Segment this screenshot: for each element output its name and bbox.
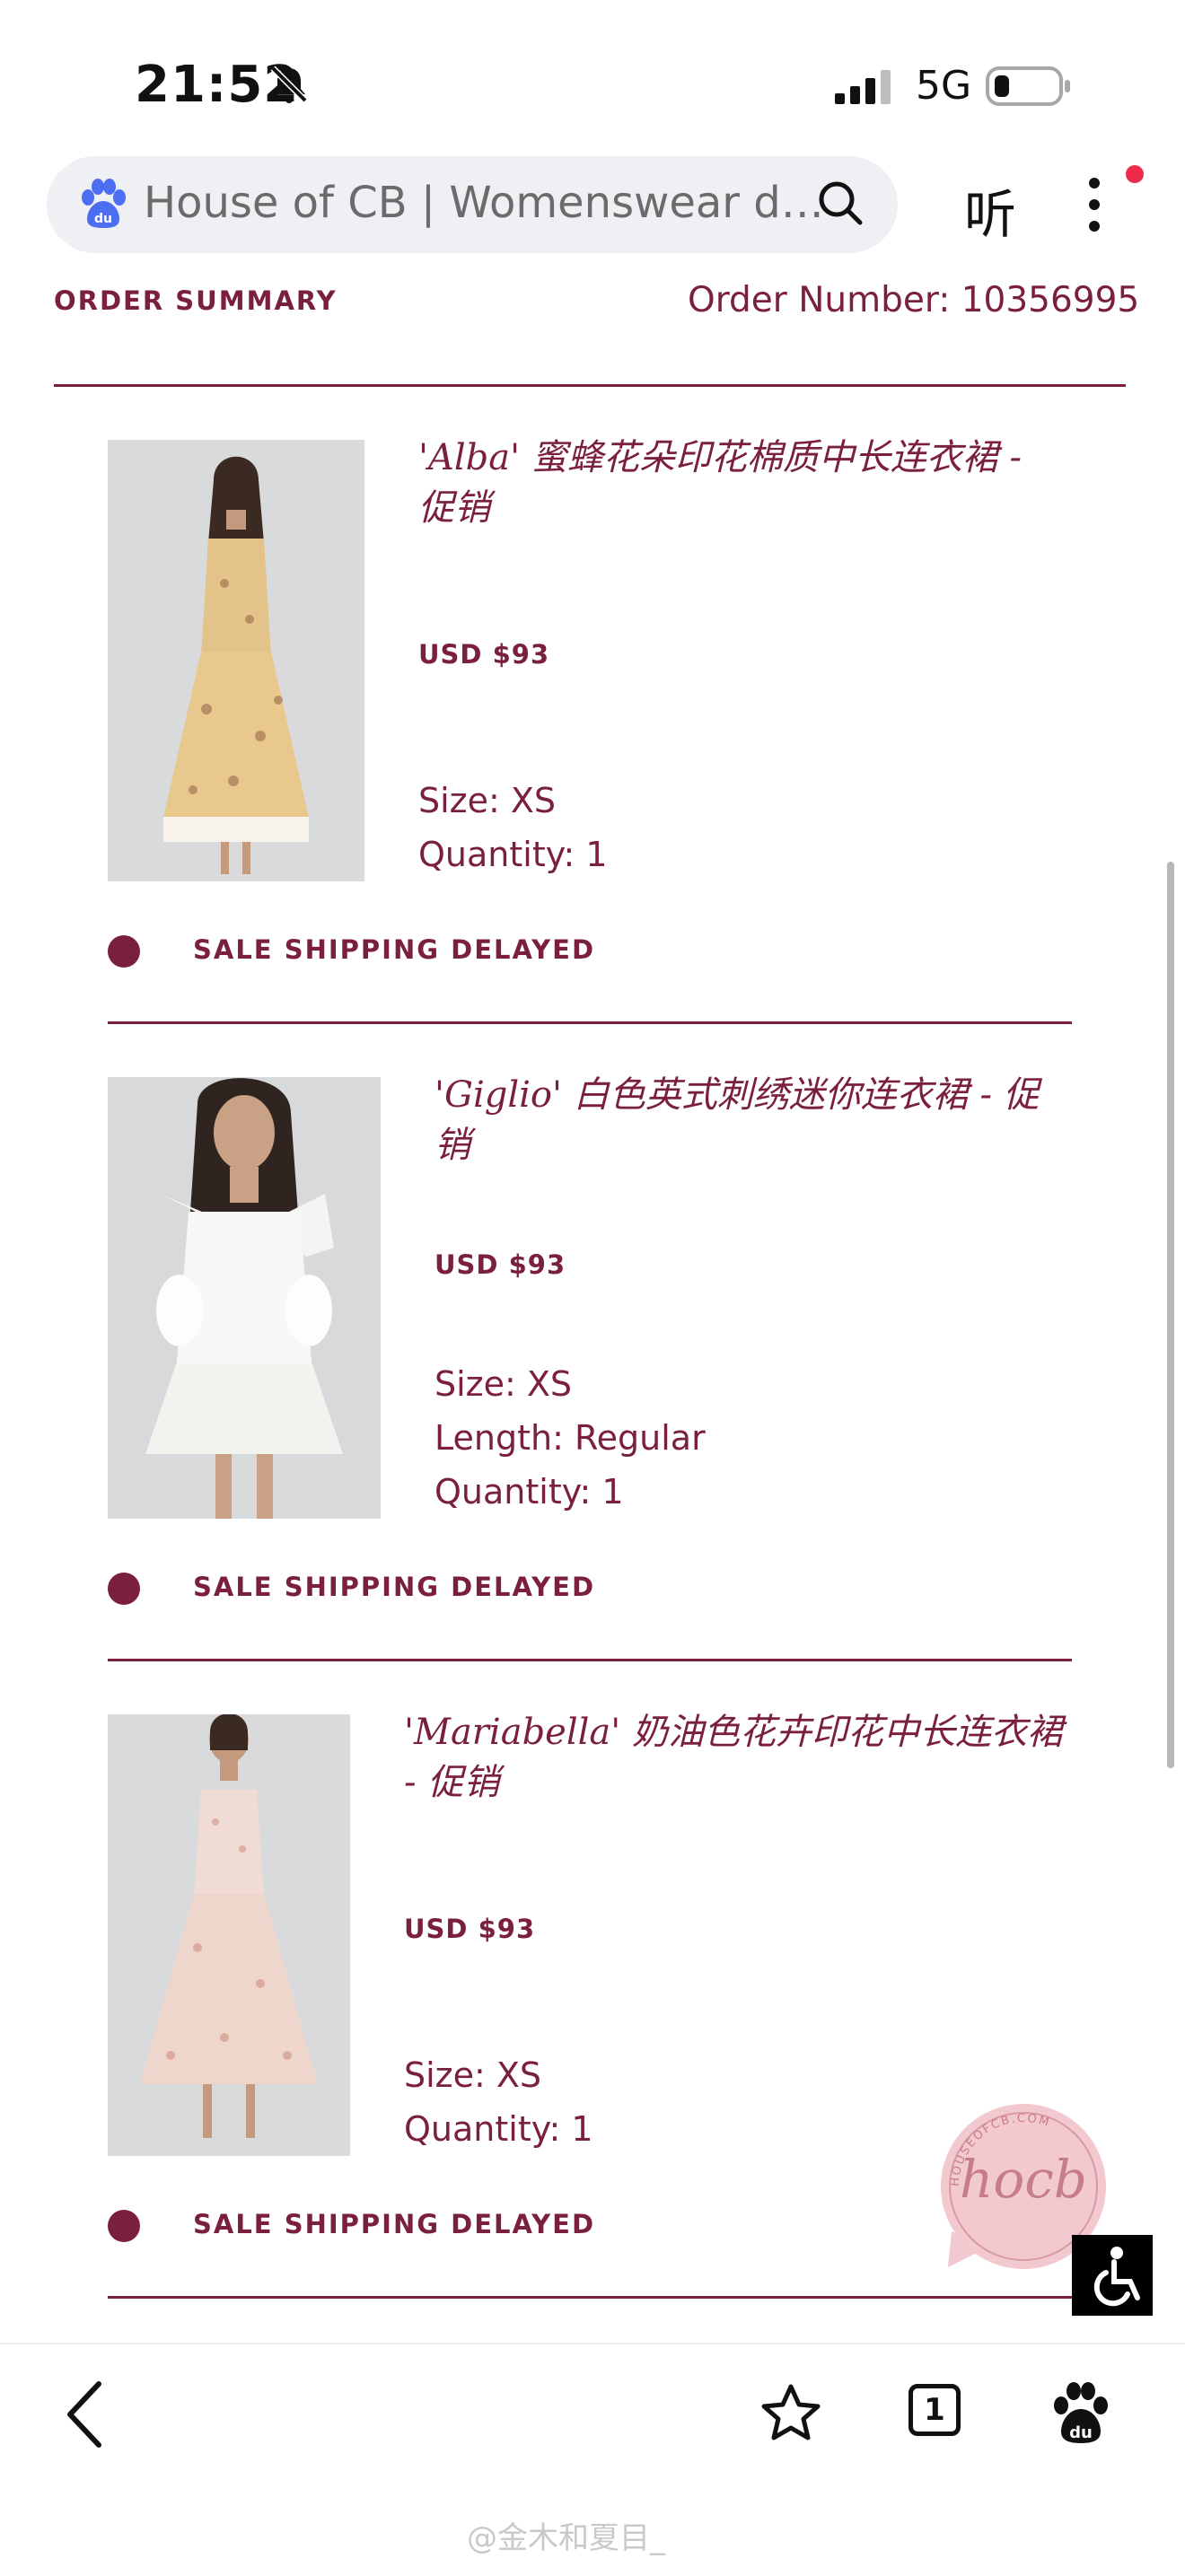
product-attributes: Size: XS Length: Regular Quantity: 1 bbox=[434, 1357, 706, 1519]
bell-off-icon bbox=[270, 66, 308, 103]
attr-quantity: Quantity: 1 bbox=[434, 1472, 624, 1511]
attr-length: Length: Regular bbox=[434, 1418, 706, 1458]
product-name-line: - 促销 bbox=[404, 1762, 500, 1803]
product-name[interactable]: 'Alba' 蜜蜂花朵印花棉质中长连衣裙 - 促销 bbox=[418, 433, 1083, 533]
url-title[interactable]: House of CB | Womenswear d… bbox=[144, 178, 824, 228]
svg-text:du: du bbox=[94, 212, 112, 226]
item-divider bbox=[108, 1021, 1072, 1024]
page-scrollbar[interactable] bbox=[1167, 862, 1174, 1768]
baidu-paw-icon: du bbox=[82, 179, 126, 228]
shipping-status: SALE SHIPPING DELAYED bbox=[193, 2209, 596, 2239]
dress-figure bbox=[145, 1078, 343, 1519]
item-divider bbox=[108, 1659, 1072, 1661]
attr-size: Size: XS bbox=[418, 781, 557, 820]
listen-button[interactable]: 听 bbox=[964, 172, 1016, 248]
header-divider bbox=[54, 384, 1126, 387]
product-price: USD $93 bbox=[434, 1249, 566, 1280]
notification-dot bbox=[1126, 165, 1144, 183]
seal-logo: hocb bbox=[960, 2149, 1087, 2210]
product-attributes: Size: XS Quantity: 1 bbox=[404, 2048, 593, 2156]
status-dot bbox=[108, 1573, 140, 1605]
product-name-line: 'Alba' 蜜蜂花朵印花棉质中长连衣裙 - bbox=[418, 437, 1023, 478]
product-image-mariabella[interactable] bbox=[108, 1714, 350, 2156]
shipping-status: SALE SHIPPING DELAYED bbox=[193, 1572, 596, 1602]
accessibility-button[interactable] bbox=[1072, 2235, 1153, 2316]
baidu-home-icon[interactable]: du bbox=[1050, 2380, 1111, 2445]
product-price: USD $93 bbox=[404, 1914, 536, 1944]
order-number: Order Number: 10356995 bbox=[688, 280, 1140, 320]
network-type: 5G bbox=[916, 63, 972, 109]
order-summary-title: ORDER SUMMARY bbox=[54, 285, 338, 316]
item-divider bbox=[108, 2296, 1072, 2299]
product-name-line: 促销 bbox=[418, 487, 490, 529]
more-icon[interactable] bbox=[1081, 176, 1108, 233]
product-attributes: Size: XS Quantity: 1 bbox=[418, 774, 608, 881]
tabs-button[interactable]: 1 bbox=[908, 2384, 961, 2436]
dress-figure bbox=[140, 1714, 318, 2138]
shipping-status: SALE SHIPPING DELAYED bbox=[193, 934, 596, 965]
product-name[interactable]: 'Mariabella' 奶油色花卉印花中长连衣裙 - 促销 bbox=[404, 1707, 1086, 1808]
accessibility-icon bbox=[1093, 2247, 1140, 2307]
search-icon[interactable] bbox=[815, 178, 865, 228]
product-name[interactable]: 'Giglio' 白色英式刺绣迷你连衣裙 - 促 销 bbox=[434, 1070, 1081, 1170]
product-price: USD $93 bbox=[418, 639, 550, 670]
product-name-line: 'Mariabella' 奶油色花卉印花中长连衣裙 bbox=[404, 1712, 1063, 1753]
attr-size: Size: XS bbox=[434, 1364, 573, 1404]
attr-size: Size: XS bbox=[404, 2055, 542, 2095]
dress-figure bbox=[163, 456, 309, 874]
svg-text:du: du bbox=[1069, 2423, 1093, 2442]
back-icon[interactable] bbox=[63, 2379, 108, 2450]
product-name-line: 销 bbox=[434, 1125, 470, 1166]
product-image-alba[interactable] bbox=[108, 440, 364, 881]
signal-icon bbox=[835, 70, 891, 104]
status-dot bbox=[108, 2210, 140, 2242]
product-image-giglio[interactable] bbox=[108, 1077, 381, 1519]
watermark: @金木和夏目_ bbox=[467, 2520, 665, 2556]
attr-quantity: Quantity: 1 bbox=[418, 835, 608, 874]
product-name-line: 'Giglio' 白色英式刺绣迷你连衣裙 - 促 bbox=[434, 1074, 1040, 1116]
star-icon[interactable] bbox=[759, 2382, 822, 2445]
status-dot bbox=[108, 935, 140, 968]
battery-icon bbox=[986, 66, 1070, 106]
attr-quantity: Quantity: 1 bbox=[404, 2109, 593, 2149]
